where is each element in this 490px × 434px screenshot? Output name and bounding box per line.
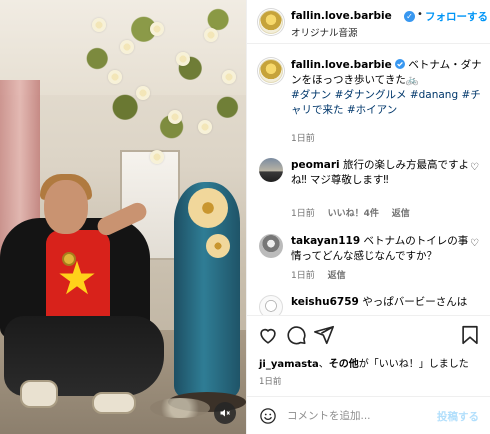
comments-scroll-area[interactable]: fallin.love.barbie ベトナム・ダナンをほっつき歩いてきた🚲 #…	[247, 45, 490, 315]
comment-text: やっぱバービーさんは	[362, 296, 468, 308]
comment-body: peomari 旅行の楽しみ方最高ですよね‼︎ マジ尊敬します‼︎	[291, 158, 469, 188]
share-icon[interactable]	[313, 324, 335, 346]
video-scene-flower	[168, 110, 182, 124]
video-person-shoe	[20, 380, 58, 408]
action-bar	[247, 315, 490, 359]
verified-badge-icon: ✓	[404, 11, 415, 22]
comment-input[interactable]	[287, 407, 427, 425]
hashtag-link[interactable]: #ホイアン	[347, 104, 397, 116]
video-scene-flower	[198, 120, 212, 134]
caption: fallin.love.barbie ベトナム・ダナンをほっつき歩いてきた🚲 #…	[291, 58, 483, 118]
video-scene-flower	[150, 22, 164, 36]
reply-button[interactable]: 返信	[392, 209, 410, 219]
video-person-shirt-star: ★	[56, 251, 98, 305]
comment-composer: 投稿する	[247, 396, 490, 434]
comment-icon[interactable]	[285, 324, 307, 346]
video-person-shoe	[92, 392, 136, 414]
caption-emoji: 🚲	[405, 74, 419, 86]
comment-like-heart-icon[interactable]: ♡	[470, 162, 481, 173]
original-audio-link[interactable]: オリジナル音源	[291, 25, 358, 39]
comment-body: takayan119 ベトナムのトイレの事情ってどんな感じなんですか？	[291, 234, 469, 264]
heart-icon[interactable]	[257, 324, 279, 346]
video-scene-flower	[92, 18, 106, 32]
commenter-avatar[interactable]	[259, 158, 283, 182]
video-scene-flower	[222, 70, 236, 84]
comment-likes-count[interactable]: いいね！4件	[328, 209, 379, 219]
mute-button[interactable]	[214, 402, 236, 424]
video-scene-vase-flower	[206, 234, 230, 258]
post-header: fallin.love.barbie ✓ • フォローする オリジナル音源	[247, 0, 490, 44]
post-comment-button[interactable]: 投稿する	[437, 409, 479, 424]
caption-avatar[interactable]	[259, 59, 283, 83]
comment-meta: 1日前 いいね！4件 返信	[291, 206, 420, 219]
commenter-avatar[interactable]	[259, 295, 283, 315]
emoji-icon[interactable]	[259, 407, 277, 425]
hashtag-link[interactable]: #danang	[410, 89, 458, 101]
video-person-head	[44, 180, 88, 234]
commenter-username[interactable]: peomari	[291, 159, 340, 171]
separator-dot: •	[417, 9, 423, 20]
author-username[interactable]: fallin.love.barbie	[291, 10, 392, 22]
video-scene-flower	[150, 150, 164, 164]
hashtag-link[interactable]: #ダナングルメ	[335, 89, 407, 101]
instagram-post-window: ★ fallin.love.barbie ✓ • フォローする オリジナル音源	[0, 0, 490, 434]
author-avatar[interactable]	[259, 10, 283, 34]
video-scene-flower	[176, 52, 190, 66]
commenter-username[interactable]: takayan119	[291, 235, 360, 247]
comment-timestamp[interactable]: 1日前	[291, 271, 315, 281]
comment-body: keishu6759 やっぱバービーさんは	[291, 295, 469, 310]
post-video[interactable]: ★	[0, 0, 246, 434]
video-person-necklace	[62, 252, 76, 266]
comment-meta: 1日前 返信	[291, 268, 356, 281]
video-scene-vase-flower	[188, 188, 228, 228]
reply-button[interactable]: 返信	[328, 271, 346, 281]
comment-like-heart-icon[interactable]: ♡	[470, 238, 481, 249]
liker-username[interactable]: ji_yamasta	[259, 359, 319, 370]
comment-timestamp[interactable]: 1日前	[291, 209, 315, 219]
likes-connector: 、	[318, 359, 329, 370]
post-date[interactable]: 1日前	[259, 375, 281, 387]
video-scene-flower	[108, 70, 122, 84]
video-scene-flower	[136, 86, 150, 100]
follow-button[interactable]: フォローする	[425, 9, 490, 24]
mute-icon	[220, 409, 230, 417]
likes-others-link[interactable]: その他	[329, 359, 359, 370]
commenter-avatar[interactable]	[259, 234, 283, 258]
commenter-username[interactable]: keishu6759	[291, 296, 359, 308]
hashtag-link[interactable]: #ダナン	[291, 89, 331, 101]
likes-suffix: が「いいね！」しました	[358, 359, 469, 370]
likes-summary: ji_yamasta、その他が「いいね！」しました	[259, 355, 469, 370]
verified-badge-icon	[395, 59, 406, 69]
video-scene-petals	[150, 398, 210, 418]
video-scene-flower	[204, 28, 218, 42]
post-side-panel: fallin.love.barbie ✓ • フォローする オリジナル音源 fa…	[246, 0, 490, 434]
video-scene-flower	[120, 40, 134, 54]
caption-username[interactable]: fallin.love.barbie	[291, 59, 392, 71]
caption-timestamp[interactable]: 1日前	[291, 131, 315, 144]
bookmark-icon[interactable]	[459, 324, 481, 346]
